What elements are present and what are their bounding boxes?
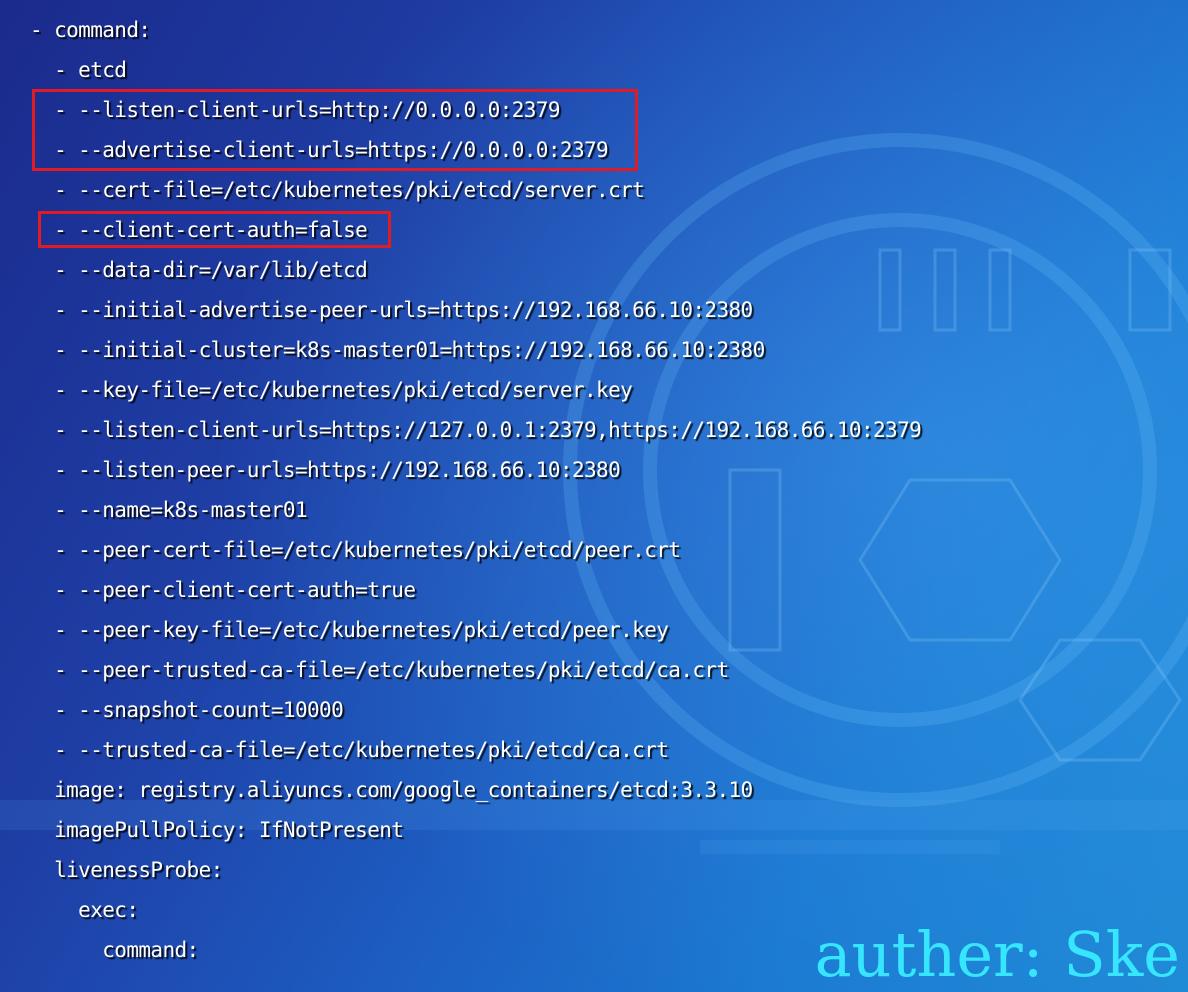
code-line: - --listen-client-urls=https://127.0.0.1… xyxy=(30,418,922,442)
code-line: - --name=k8s-master01 xyxy=(30,498,308,522)
code-line: - --snapshot-count=10000 xyxy=(30,698,344,722)
author-watermark: auther: Ske xyxy=(814,918,1180,991)
code-line: - --initial-advertise-peer-urls=https://… xyxy=(30,298,753,322)
code-line: image: registry.aliyuncs.com/google_cont… xyxy=(30,778,753,802)
code-line: - --peer-key-file=/etc/kubernetes/pki/et… xyxy=(30,618,669,642)
code-line: exec: xyxy=(30,898,139,922)
code-line: command: xyxy=(30,938,199,962)
code-line: - --cert-file=/etc/kubernetes/pki/etcd/s… xyxy=(30,178,645,202)
code-line: livenessProbe: xyxy=(30,858,223,882)
highlight-box-client-cert-auth xyxy=(38,211,391,248)
code-line: - --peer-cert-file=/etc/kubernetes/pki/e… xyxy=(30,538,681,562)
code-line: - --key-file=/etc/kubernetes/pki/etcd/se… xyxy=(30,378,633,402)
code-line: - etcd xyxy=(30,58,127,82)
code-line: - --listen-peer-urls=https://192.168.66.… xyxy=(30,458,621,482)
code-line: - --peer-client-cert-auth=true xyxy=(30,578,416,602)
code-line: - --trusted-ca-file=/etc/kubernetes/pki/… xyxy=(30,738,669,762)
highlight-box-client-urls xyxy=(32,89,638,171)
code-line: - --data-dir=/var/lib/etcd xyxy=(30,258,368,282)
code-line: imagePullPolicy: IfNotPresent xyxy=(30,818,404,842)
code-line: - --initial-cluster=k8s-master01=https:/… xyxy=(30,338,765,362)
code-line: - --peer-trusted-ca-file=/etc/kubernetes… xyxy=(30,658,729,682)
code-line: - command: xyxy=(30,18,151,42)
